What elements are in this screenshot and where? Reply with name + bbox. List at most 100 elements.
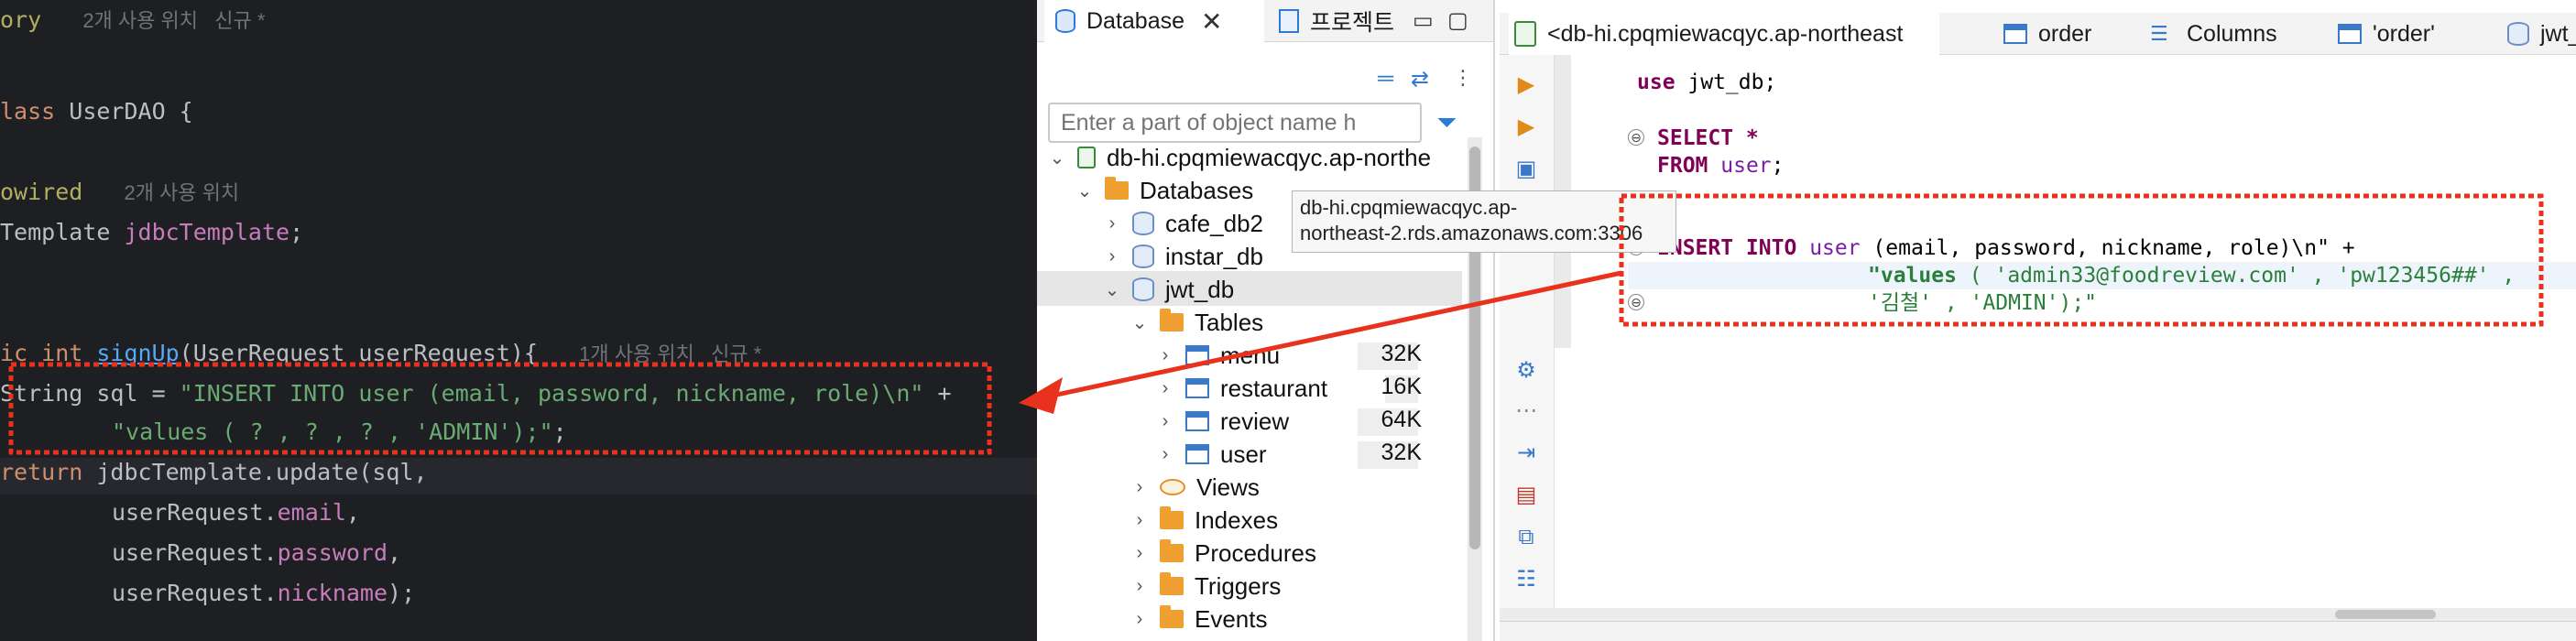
fold-icon[interactable]: ⊖: [1628, 294, 1644, 310]
tree-node-instar-db[interactable]: › instar_db: [1101, 240, 1263, 273]
tree-node-views[interactable]: › Views: [1129, 471, 1260, 504]
tree-node-label: instar_db: [1165, 242, 1263, 270]
tree-node-connection[interactable]: ⌄ db-hi.cpqmiewacqyc.ap-northe: [1046, 141, 1431, 174]
eye-icon: [1160, 479, 1185, 495]
sql-line[interactable]: use jwt_db;: [1637, 69, 1776, 96]
sql-line[interactable]: FROM user;: [1657, 152, 1785, 179]
collapse-icon[interactable]: ═: [1378, 66, 1393, 92]
sql-line[interactable]: "values ( 'admin33@foodreview.com' , 'pw…: [1868, 262, 2515, 289]
tree-node-label: restaurant: [1220, 374, 1328, 402]
chevron-right-icon[interactable]: ›: [1154, 378, 1176, 399]
link-icon[interactable]: ⇄: [1411, 66, 1429, 92]
table-icon: [2003, 24, 2027, 44]
tab-database-label: Database: [1086, 7, 1185, 34]
chevron-right-icon[interactable]: ›: [1154, 411, 1176, 432]
navigator-tabbar: Database ✕ 프로젝트 ▭ ▢: [1037, 0, 1493, 42]
code-line: String sql = "INSERT INTO user (email, p…: [0, 380, 952, 407]
tab-label: 'order': [2373, 20, 2435, 47]
execute-script-icon[interactable]: ▶: [1512, 114, 1540, 141]
tree-node-jwt-db[interactable]: ⌄ jwt_db: [1101, 273, 1235, 306]
object-search-input[interactable]: [1048, 103, 1422, 143]
variables-icon[interactable]: ⧉: [1512, 524, 1540, 551]
folder-icon: [1160, 506, 1184, 529]
tree-node-table-user[interactable]: › user: [1154, 438, 1267, 471]
chevron-right-icon[interactable]: ›: [1129, 609, 1151, 630]
table-icon: [2338, 24, 2362, 44]
tree-node-label: Events: [1195, 604, 1268, 633]
tab-columns[interactable]: ☰ Columns: [2150, 13, 2277, 55]
chevron-right-icon[interactable]: ›: [1129, 576, 1151, 597]
code-line: Template jdbcTemplate;: [0, 219, 304, 245]
sql-line[interactable]: SELECT *: [1657, 125, 1759, 152]
tree-node-table-restaurant[interactable]: › restaurant: [1154, 372, 1327, 405]
tree-node-tables[interactable]: ⌄ Tables: [1129, 306, 1264, 339]
tree-node-events[interactable]: › Events: [1129, 603, 1268, 636]
chevron-down-icon[interactable]: ⌄: [1046, 147, 1068, 169]
code-line: ory 2개 사용 위치 신규 *: [0, 6, 266, 33]
tree-node-table-menu[interactable]: › menu: [1154, 339, 1280, 372]
folder-icon: [1160, 309, 1184, 331]
tree-node-procedures[interactable]: › Procedures: [1129, 537, 1316, 570]
chevron-right-icon[interactable]: ›: [1154, 444, 1176, 465]
chevron-down-icon[interactable]: ⌄: [1101, 278, 1123, 301]
chevron-down-icon[interactable]: ⌄: [1129, 311, 1151, 334]
table-size: 16K: [1381, 374, 1422, 399]
scrollbar-thumb[interactable]: [2335, 610, 2436, 619]
code-line: userRequest.nickname);: [112, 580, 416, 606]
tree-node-cafe-db2[interactable]: › cafe_db2: [1101, 207, 1263, 240]
chevron-right-icon[interactable]: ›: [1129, 510, 1151, 531]
tree-node-label: db-hi.cpqmiewacqyc.ap-northe: [1107, 143, 1432, 171]
filter-icon[interactable]: ⏷: [1436, 108, 1457, 138]
folder-icon: [1105, 177, 1129, 200]
execute-icon[interactable]: ▶: [1512, 71, 1540, 99]
chevron-right-icon[interactable]: ›: [1129, 543, 1151, 564]
tab-database[interactable]: Database ✕: [1044, 0, 1264, 42]
columns-icon: ☰: [2150, 22, 2168, 45]
tree-node-triggers[interactable]: › Triggers: [1129, 570, 1282, 603]
table-size: 32K: [1381, 341, 1422, 366]
maximize-icon[interactable]: ▢: [1447, 7, 1468, 34]
folder-icon: [1160, 539, 1184, 562]
code-line: lass UserDAO {: [0, 98, 193, 125]
minimize-icon[interactable]: ▭: [1413, 7, 1434, 34]
more-icon[interactable]: ⋯: [1512, 397, 1540, 425]
connection-icon: [1077, 147, 1096, 168]
table-icon: [1185, 411, 1209, 431]
tree-node-label: menu: [1220, 341, 1281, 369]
sql-line[interactable]: '김철' , 'ADMIN');": [1868, 289, 2097, 317]
tab-order-quoted[interactable]: 'order': [2338, 13, 2435, 55]
fold-icon[interactable]: ⊖: [1628, 129, 1644, 146]
database-tool: Database ✕ 프로젝트 ▭ ▢ ═ ⇄ ⋮ ⏷ ⌄ db-hi.cpqm…: [1037, 0, 2576, 641]
tree-node-label: Tables: [1195, 308, 1264, 336]
results-tabbar: [1500, 621, 2576, 641]
gear-icon[interactable]: ⚙: [1512, 357, 1540, 385]
folder-icon: [1160, 572, 1184, 595]
more-icon[interactable]: ⋮: [1453, 66, 1473, 90]
tab-jwt[interactable]: jwt_: [2507, 13, 2576, 55]
export-icon[interactable]: ⇥: [1512, 440, 1540, 467]
chevron-down-icon[interactable]: ⌄: [1074, 179, 1096, 202]
tab-sql-connection[interactable]: <db-hi.cpqmiewacqyc.ap-northeast: [1509, 13, 1939, 55]
file-error-icon[interactable]: ▤: [1512, 482, 1540, 509]
sql-line[interactable]: INSERT INTO user (email, password, nickn…: [1657, 234, 2355, 262]
database-icon: [1132, 277, 1154, 301]
tab-order[interactable]: order: [2003, 13, 2091, 55]
chevron-right-icon[interactable]: ›: [1101, 246, 1123, 267]
sql-editor-panel: <db-hi.cpqmiewacqyc.ap-northeast order ☰…: [1500, 0, 2576, 641]
tree-node-table-review[interactable]: › review: [1154, 405, 1289, 438]
tab-project[interactable]: 프로젝트: [1268, 0, 1414, 42]
chevron-right-icon[interactable]: ›: [1101, 213, 1123, 234]
navigator-toolbar: ═ ⇄ ⋮: [1037, 66, 1493, 95]
chevron-right-icon[interactable]: ›: [1154, 345, 1176, 366]
database-navigator: Database ✕ 프로젝트 ▭ ▢ ═ ⇄ ⋮ ⏷ ⌄ db-hi.cpqm…: [1037, 0, 1495, 641]
tree-node-indexes[interactable]: › Indexes: [1129, 504, 1278, 537]
database-icon: [2507, 22, 2529, 46]
outline-icon[interactable]: ☷: [1512, 566, 1540, 593]
close-icon[interactable]: ✕: [1201, 6, 1222, 37]
tab-label: jwt_: [2540, 20, 2576, 47]
ide-editor[interactable]: ory 2개 사용 위치 신규 * lass UserDAO { owired …: [0, 0, 1037, 641]
tree-node-databases[interactable]: ⌄ Databases: [1074, 174, 1254, 207]
explain-icon[interactable]: ▣: [1512, 156, 1540, 183]
tab-label: <db-hi.cpqmiewacqyc.ap-northeast: [1547, 20, 1904, 47]
chevron-right-icon[interactable]: ›: [1129, 477, 1151, 498]
